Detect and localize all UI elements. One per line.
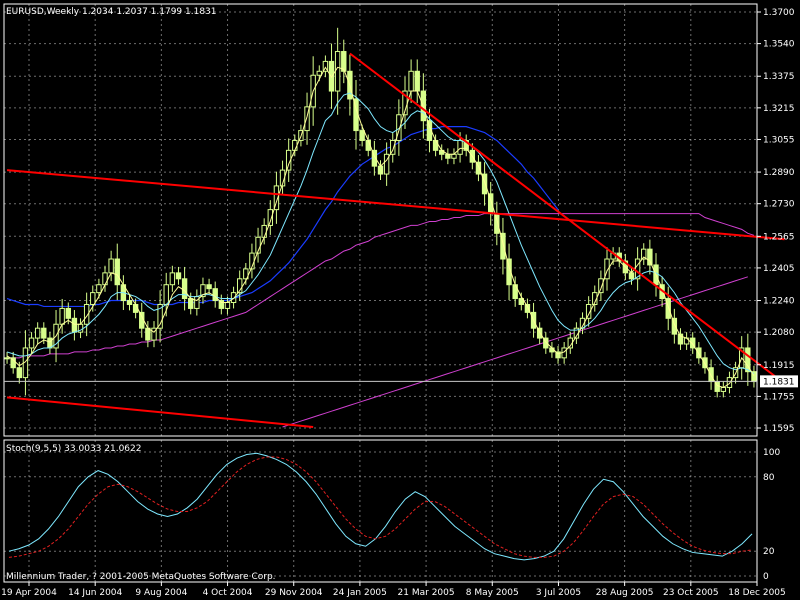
ma-mid-line: [6, 92, 755, 375]
candle-body: [218, 300, 225, 309]
x-tick-label: 23 Oct 2005: [663, 588, 719, 598]
candle-body: [34, 327, 41, 339]
y-tick-label: 1.2890: [763, 168, 795, 178]
ma-long-series: [7, 213, 755, 359]
symbol-header: EURUSD,Weekly 1.2034 1.2037 1.1799 1.183…: [6, 7, 217, 17]
candle-body: [114, 258, 120, 286]
candle-body: [65, 307, 71, 319]
x-tick-label: 24 Jan 2005: [333, 588, 387, 598]
y-tick-label: 1.3055: [763, 135, 795, 145]
main-grid: [4, 4, 758, 436]
y-tick-label: 1.2240: [763, 297, 795, 307]
y-tick-label: 1.3375: [763, 72, 795, 82]
candle-body: [59, 307, 65, 325]
candle-body: [647, 248, 653, 266]
candle-body: [457, 139, 463, 155]
ma-slow-line: [6, 126, 559, 308]
candle-body: [316, 70, 322, 76]
price-tag-label: 1.1831: [763, 377, 795, 387]
x-tick-label: 14 Jun 2004: [68, 588, 122, 598]
trendline: [6, 169, 785, 241]
trendlines: [6, 52, 786, 429]
y-tick-label: 1.2565: [763, 232, 795, 242]
y-tick-label: 1.2730: [763, 200, 795, 210]
stoch-main-line: [8, 452, 753, 561]
candle-body: [175, 272, 182, 280]
candle-body: [292, 139, 298, 151]
trendline: [6, 396, 314, 429]
y-tick-label: 1.2405: [763, 264, 795, 274]
stoch-axis: 100 80 20 0: [763, 448, 780, 582]
stoch-tick-label: 80: [763, 473, 775, 483]
candle-body: [432, 139, 439, 151]
y-tick-label: 1.3540: [763, 40, 795, 50]
candle-body: [726, 377, 733, 388]
candle-body: [224, 302, 231, 309]
candle-body: [445, 153, 451, 159]
stoch-tick-label: 0: [763, 572, 769, 582]
y-tick-label: 1.1755: [763, 392, 795, 402]
x-tick-label: 21 Mar 2005: [398, 588, 455, 598]
x-tick-label: 8 May 2005: [466, 588, 519, 598]
stoch-tick-label: 100: [763, 448, 780, 458]
main-pane-frame: [3, 3, 758, 437]
candles: [4, 27, 757, 398]
candle-body: [261, 224, 267, 238]
candle-body: [126, 300, 133, 305]
candle-body: [414, 70, 420, 92]
candle-body: [720, 386, 727, 392]
candle-body: [41, 327, 47, 339]
x-tick-label: 4 Oct 2004: [203, 588, 253, 598]
candle-body: [169, 272, 176, 286]
ma-mid-series: [6, 92, 755, 375]
candle-body: [328, 60, 335, 92]
y-tick-label: 1.1915: [763, 361, 795, 371]
x-tick-label: 28 Aug 2005: [596, 588, 654, 598]
copyright-text: Millennium Trader, ? 2001-2005 MetaQuote…: [6, 572, 276, 582]
candle-body: [4, 357, 10, 360]
candle-body: [451, 153, 457, 159]
x-tick-label: 18 Dec 2005: [728, 588, 786, 598]
candle-body: [408, 70, 414, 92]
x-tick-label: 3 Jul 2005: [536, 588, 581, 598]
trendline: [349, 52, 786, 385]
candle-body: [206, 284, 212, 290]
candle-body: [96, 284, 102, 294]
x-tick-label: 19 Apr 2004: [1, 588, 57, 598]
stoch-grid: [4, 440, 758, 582]
candle-body: [188, 298, 194, 309]
x-tick-label: 9 Aug 2004: [135, 588, 187, 598]
candle-body: [628, 272, 635, 280]
y-tick-label: 1.2080: [763, 328, 795, 338]
y-tick-label: 1.1595: [763, 424, 795, 434]
candle-body: [377, 165, 384, 175]
x-tick-label: 29 Nov 2004: [265, 588, 323, 598]
y-tick-label: 1.3215: [763, 104, 795, 114]
candle-body: [163, 284, 169, 305]
candle-body: [359, 130, 365, 141]
ma-long-line: [7, 213, 755, 359]
candle-body: [108, 258, 114, 274]
chart-canvas[interactable]: 1.3700 1.3540 1.3375 1.3215 1.3055 1.2890 1.27…: [0, 0, 800, 600]
stoch-tick-label: 20: [763, 547, 775, 557]
candle-body: [494, 213, 500, 234]
candle-body: [145, 327, 151, 341]
candle-body: [16, 367, 23, 379]
ma-slow-series: [6, 126, 559, 308]
candle-body: [71, 317, 78, 333]
candle-body: [102, 272, 108, 286]
price-axis: 1.3700 1.3540 1.3375 1.3215 1.3055 1.2890 1.27…: [757, 8, 795, 434]
time-axis: 19 Apr 2004 14 Jun 2004 9 Aug 2004 4 Oct 20…: [1, 582, 786, 598]
stoch-pane-frame: [3, 439, 758, 583]
y-tick-label: 1.3700: [763, 8, 795, 18]
stoch-signal-line: [8, 456, 753, 558]
candle-body: [90, 292, 96, 305]
stoch-lines: [8, 452, 753, 561]
stoch-header: Stoch(9,5,5) 33.0033 21.0622: [6, 444, 141, 454]
candle-body: [334, 51, 341, 92]
candle-body: [28, 337, 35, 349]
